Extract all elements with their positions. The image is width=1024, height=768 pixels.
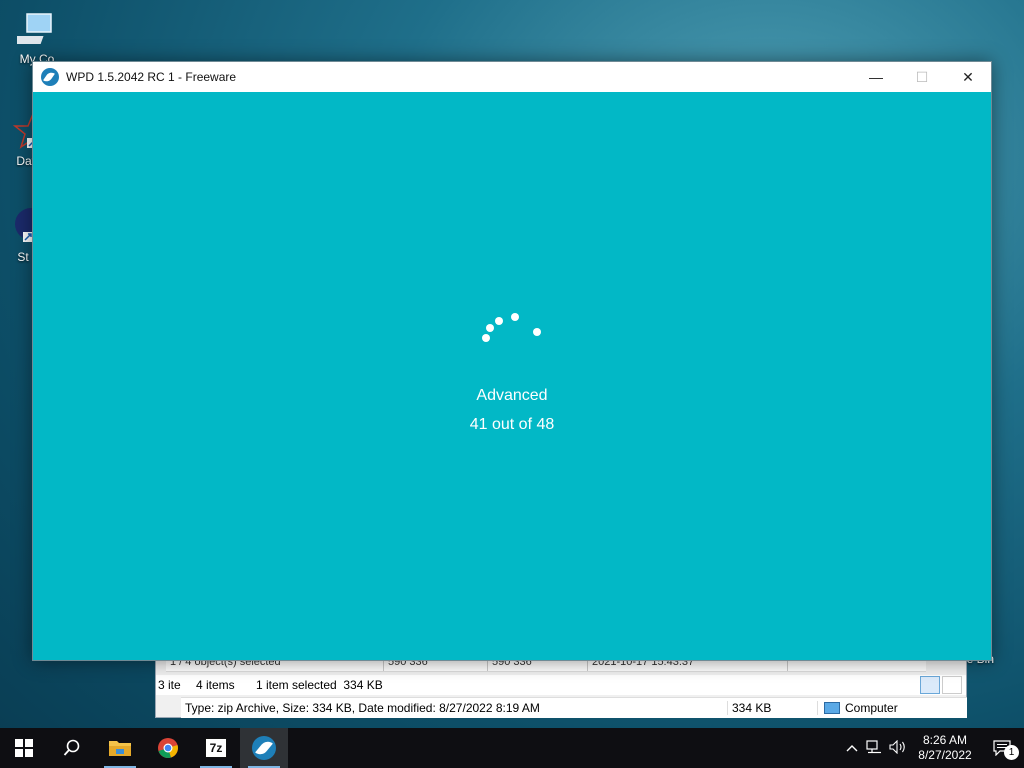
loading-spinner-icon: [473, 307, 543, 347]
details-view-icon[interactable]: [920, 676, 940, 694]
clock[interactable]: 8:26 AM 8/27/2022: [910, 733, 980, 763]
status-left: 3 ite: [158, 678, 181, 692]
search-icon: [63, 739, 80, 756]
network-button[interactable]: [862, 739, 886, 757]
7zip-icon: 7z: [205, 738, 227, 758]
location-label: Computer: [845, 701, 898, 715]
spinner-dot: [511, 313, 519, 321]
progress-count-label: 41 out of 48: [469, 416, 555, 433]
wpd-taskbar-button[interactable]: [240, 728, 288, 768]
windows-logo-icon: [15, 739, 33, 757]
search-button[interactable]: [48, 728, 96, 768]
large-icons-view-icon[interactable]: [942, 676, 962, 694]
chrome-taskbar-button[interactable]: [144, 728, 192, 768]
status-items: 4 items: [196, 678, 235, 692]
start-button[interactable]: [0, 728, 48, 768]
file-info: Type: zip Archive, Size: 334 KB, Date mo…: [185, 701, 540, 715]
wpd-logo-icon: [252, 736, 276, 760]
progress-stage-label: Advanced: [476, 387, 548, 404]
7zip-icon-label: 7z: [209, 741, 223, 755]
desktop-icon-label: St: [17, 250, 29, 264]
computer-icon: [824, 702, 840, 714]
minimize-button[interactable]: —: [853, 62, 899, 92]
wpd-window: WPD 1.5.2042 RC 1 - Freeware — ☐ ✕ Advan…: [32, 61, 992, 661]
file-size: 334 KB: [727, 701, 817, 715]
chevron-up-icon: [846, 745, 858, 752]
network-icon: [866, 739, 881, 753]
chrome-icon: [158, 738, 178, 758]
show-hidden-icons-button[interactable]: [842, 741, 862, 755]
title-bar[interactable]: WPD 1.5.2042 RC 1 - Freeware — ☐ ✕: [33, 62, 991, 92]
status-selected: 1 item selected 334 KB: [256, 678, 383, 692]
spinner-dot: [495, 317, 503, 325]
computer-icon: [10, 10, 57, 50]
folder-icon: [109, 741, 131, 756]
7zip-taskbar-button[interactable]: 7z: [192, 728, 240, 768]
action-center-button[interactable]: 1: [980, 740, 1024, 760]
notification-count-badge: 1: [1004, 745, 1019, 760]
volume-icon: [889, 739, 905, 754]
maximize-button[interactable]: ☐: [899, 62, 945, 92]
status-bar-lower: Type: zip Archive, Size: 334 KB, Date mo…: [181, 697, 967, 718]
close-button[interactable]: ✕: [945, 62, 991, 92]
spinner-dot: [533, 328, 541, 336]
wpd-logo-icon: [41, 68, 59, 86]
status-bar-upper: 3 ite 4 items 1 item selected 334 KB: [156, 675, 966, 695]
file-explorer-window: 1 / 4 object(s) selected 590 336 590 336…: [155, 655, 967, 718]
system-tray: 8:26 AM 8/27/2022 1: [842, 728, 1024, 768]
file-explorer-taskbar-button[interactable]: [96, 728, 144, 768]
clock-date: 8/27/2022: [918, 748, 972, 762]
taskbar: 7z 8:26 AM 8/27/2022 1: [0, 728, 1024, 768]
clock-time: 8:26 AM: [922, 733, 968, 747]
volume-button[interactable]: [886, 739, 910, 757]
desktop-icon-my-computer[interactable]: My Co: [0, 10, 74, 66]
spinner-dot: [482, 334, 490, 342]
spinner-dot: [486, 324, 494, 332]
window-title: WPD 1.5.2042 RC 1 - Freeware: [66, 70, 237, 84]
